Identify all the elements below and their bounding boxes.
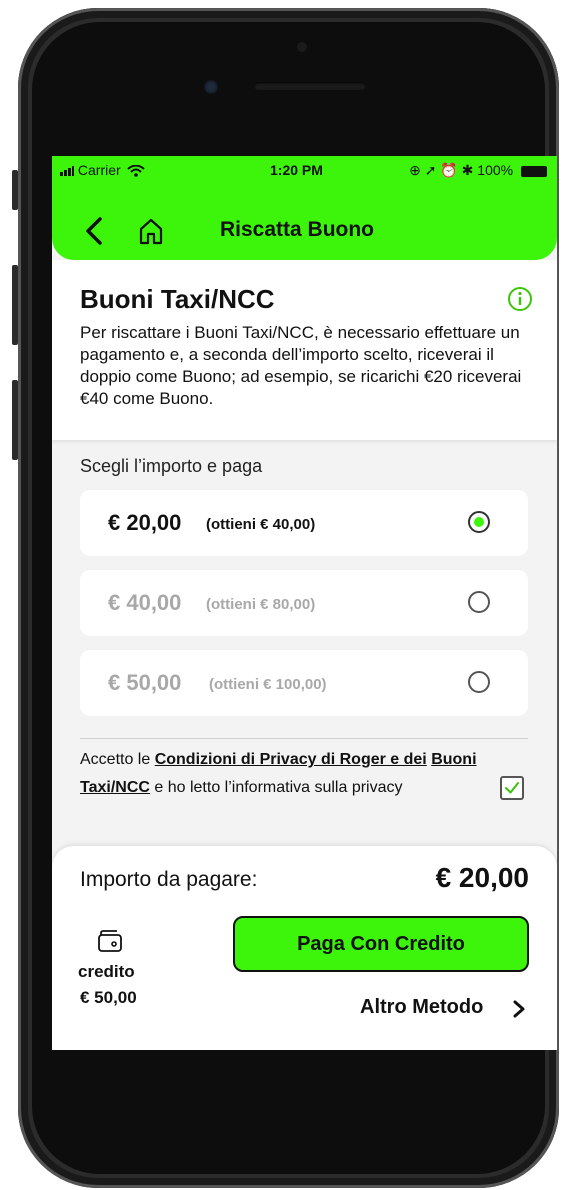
amount-option-50[interactable]: € 50,00 (ottieni € 100,00) — [80, 650, 528, 716]
chevron-right-icon[interactable] — [510, 999, 528, 1019]
wifi-icon — [126, 164, 145, 178]
pay-with-credit-button[interactable]: Paga Con Credito — [233, 916, 529, 972]
status-right: ⊕ ➚ ⏰ ✱ 100% — [409, 162, 547, 179]
section-heading: Buoni Taxi/NCC — [80, 284, 275, 314]
front-camera — [204, 80, 218, 94]
wallet-icon — [98, 930, 122, 952]
battery-percent: 100% — [477, 162, 514, 178]
amount-option-20[interactable]: € 20,00 (ottieni € 40,00) — [80, 490, 528, 556]
credit-value: € 50,00 — [80, 988, 137, 1007]
option-amount: € 20,00 — [108, 510, 182, 535]
intro-description: Per riscattare i Buoni Taxi/NCC, è neces… — [80, 323, 522, 408]
carrier-name: Carrier — [77, 162, 121, 178]
option-bonus: (ottieni € 40,00) — [206, 516, 316, 533]
status-icons: ⊕ ➚ ⏰ ✱ — [409, 162, 478, 178]
signal-icon — [60, 166, 74, 177]
other-method-link[interactable]: Altro Metodo — [360, 996, 483, 1019]
amount-due-label: Importo da pagare: — [80, 868, 258, 891]
accept-terms-checkbox[interactable] — [500, 776, 524, 800]
option-amount: € 50,00 — [108, 670, 182, 695]
terms-text: Accetto le Condizioni di Privacy di Roge… — [80, 746, 480, 802]
terms-prefix: Accetto le — [80, 751, 155, 768]
radio-button-selected[interactable] — [468, 511, 490, 533]
option-amount: € 40,00 — [108, 590, 182, 615]
checkmark-icon — [505, 782, 519, 794]
volume-up-button — [12, 265, 18, 345]
option-bonus: (ottieni € 100,00) — [209, 676, 327, 693]
carrier-indicator: Carrier — [60, 162, 145, 178]
amount-label: Scegli l’importo e paga — [80, 456, 263, 476]
home-icon[interactable] — [134, 214, 168, 248]
battery-icon — [521, 165, 547, 177]
nav-bar: Riscatta Buono — [52, 208, 557, 252]
amount-due-value: € 20,00 — [435, 862, 529, 893]
divider — [80, 738, 528, 739]
status-time: 1:20 PM — [270, 162, 323, 178]
app-header: Carrier 1:20 PM ⊕ ➚ ⏰ ✱ 100% Riscatta Bu… — [52, 156, 557, 260]
app-screen: Carrier 1:20 PM ⊕ ➚ ⏰ ✱ 100% Riscatta Bu… — [52, 156, 557, 1050]
radio-button[interactable] — [468, 671, 490, 693]
info-icon[interactable] — [507, 286, 533, 312]
privacy-conditions-link[interactable]: Condizioni di Privacy di Roger e dei — [155, 751, 427, 768]
credit-label: credito — [78, 962, 135, 981]
page-title: Riscatta Buono — [220, 218, 375, 241]
radio-button[interactable] — [468, 591, 490, 613]
proximity-sensor — [297, 42, 307, 52]
option-bonus: (ottieni € 80,00) — [206, 596, 316, 613]
back-arrow-icon[interactable] — [78, 214, 112, 248]
earpiece-speaker — [254, 82, 366, 90]
status-bar: Carrier 1:20 PM ⊕ ➚ ⏰ ✱ 100% — [52, 156, 557, 184]
terms-suffix: e ho letto l’informativa sulla privacy — [149, 779, 403, 796]
mute-switch — [12, 170, 18, 210]
amount-option-40[interactable]: € 40,00 (ottieni € 80,00) — [80, 570, 528, 636]
volume-down-button — [12, 380, 18, 460]
